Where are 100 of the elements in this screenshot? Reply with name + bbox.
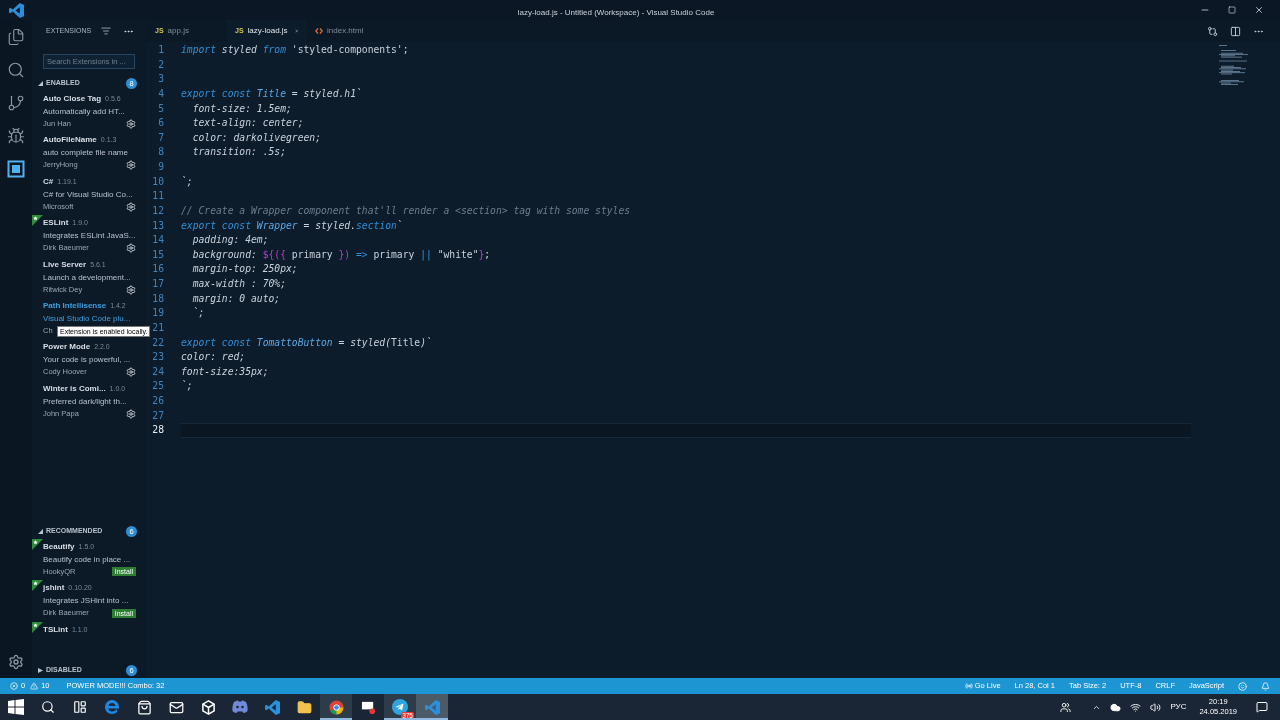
language-indicator[interactable]: РУС bbox=[1170, 701, 1187, 713]
line-number: 19 bbox=[151, 306, 164, 321]
split-editor-icon[interactable] bbox=[1230, 25, 1241, 37]
code-line: font-size: 1.5em; bbox=[191, 101, 293, 116]
code-line: text-align: center; bbox=[191, 116, 305, 131]
extension-name[interactable]: Beautify bbox=[43, 540, 75, 553]
line-number: 22 bbox=[151, 335, 164, 350]
line-number: 12 bbox=[151, 203, 164, 218]
code-brackets-icon bbox=[315, 28, 323, 34]
chat-logo-icon[interactable] bbox=[232, 700, 248, 714]
line-number: 7 bbox=[157, 130, 164, 145]
maximize-icon[interactable] bbox=[1228, 6, 1236, 14]
browser-circle-icon[interactable] bbox=[328, 699, 344, 715]
extension-description: Beautify code in place ... bbox=[43, 553, 132, 566]
extensions-icon[interactable] bbox=[7, 160, 25, 178]
code-line: color: darkolivegreen; bbox=[191, 130, 322, 145]
search-icon[interactable] bbox=[7, 61, 25, 79]
line-number: 5 bbox=[157, 101, 164, 116]
line-number: 8 bbox=[157, 145, 164, 160]
search-icon[interactable] bbox=[41, 700, 55, 714]
line-number: 4 bbox=[157, 86, 164, 101]
line-number: 18 bbox=[151, 291, 164, 306]
extension-name[interactable]: Power Mode bbox=[43, 341, 91, 354]
monitor-icon[interactable] bbox=[360, 699, 376, 715]
extension-description: auto complete file name bbox=[43, 147, 129, 160]
line-number: 3 bbox=[157, 72, 164, 87]
code-editor-logo-icon[interactable] bbox=[8, 2, 24, 18]
extension-name[interactable]: jshint bbox=[43, 582, 65, 595]
line-number: 15 bbox=[151, 247, 164, 262]
line-number: 16 bbox=[151, 262, 164, 277]
line-number: 26 bbox=[151, 394, 164, 408]
mail-icon[interactable] bbox=[168, 699, 184, 715]
folder-icon[interactable] bbox=[296, 699, 312, 715]
code-line: export const Wrapper = styled.section` bbox=[181, 218, 404, 233]
extension-name[interactable]: Live Server bbox=[43, 258, 87, 271]
code-line: background: ${({ primary }) => primary || "white"}; bbox=[191, 247, 492, 263]
minimap-drawing bbox=[1219, 44, 1250, 85]
cube-logo-icon[interactable] bbox=[200, 699, 216, 715]
code-line: `; bbox=[181, 379, 194, 394]
compare-icon[interactable] bbox=[1207, 25, 1218, 37]
line-number: 24 bbox=[151, 364, 164, 379]
paper-plane-icon[interactable] bbox=[392, 699, 408, 715]
expanded-caret-icon[interactable] bbox=[38, 528, 43, 534]
code-line: margin: 0 auto; bbox=[191, 291, 282, 306]
code-line: `; bbox=[181, 174, 194, 189]
extension-name[interactable]: ESLint bbox=[43, 217, 69, 230]
bug-icon[interactable] bbox=[7, 127, 25, 145]
extension-description: Your code is powerful, ... bbox=[43, 354, 132, 367]
code-line: margin-top: 250px; bbox=[191, 262, 299, 277]
extension-description: Integrates JSHint into ... bbox=[43, 595, 130, 608]
window-title: lazy-load.js - Untitled (Workspace) - Visual Studio Code bbox=[517, 8, 715, 17]
line-number: 1 bbox=[157, 43, 164, 57]
volume-icon[interactable] bbox=[1150, 701, 1162, 713]
extension-description: C# for Visual Studio Co... bbox=[43, 188, 134, 201]
code-line: transition: .5s; bbox=[191, 145, 287, 160]
line-number: 11 bbox=[151, 189, 164, 204]
line-number: 27 bbox=[151, 408, 164, 423]
extension-description: Preferred dark/light th... bbox=[43, 395, 128, 408]
line-number: 6 bbox=[157, 116, 164, 131]
cloud-icon[interactable] bbox=[1110, 701, 1122, 713]
code-line: `; bbox=[191, 306, 206, 321]
code-line: export const Title = styled.h1` bbox=[181, 86, 363, 101]
people-icon[interactable] bbox=[1060, 701, 1072, 713]
notification-icon[interactable] bbox=[1256, 701, 1268, 713]
files-icon[interactable] bbox=[7, 28, 25, 46]
line-number: 28 bbox=[151, 423, 164, 438]
expanded-caret-icon[interactable] bbox=[38, 81, 43, 86]
code-line: padding: 4em; bbox=[191, 233, 270, 248]
browser-e-icon[interactable] bbox=[104, 699, 120, 715]
code-line: export const TomattoButton = styled(Title)` bbox=[181, 335, 433, 350]
code-line: font-size:35px; bbox=[181, 364, 270, 379]
close-icon[interactable] bbox=[1254, 5, 1264, 15]
extension-description: Visual Studio Code plu... bbox=[43, 312, 132, 325]
branch-icon[interactable] bbox=[7, 94, 25, 112]
line-number: 21 bbox=[151, 320, 164, 335]
extension-name[interactable]: AutoFileName bbox=[43, 134, 97, 147]
line-number: 17 bbox=[151, 277, 164, 291]
filter-list-icon[interactable] bbox=[101, 26, 111, 36]
wifi-icon[interactable] bbox=[1130, 701, 1142, 713]
line-number: 13 bbox=[151, 218, 164, 233]
code-line: import styled from 'styled-components'; bbox=[181, 43, 410, 57]
code-editor-logo-icon[interactable] bbox=[264, 699, 280, 715]
extension-description: Launch a development... bbox=[43, 271, 132, 284]
line-number: 23 bbox=[151, 350, 164, 365]
line-number: 14 bbox=[151, 233, 164, 248]
extension-name[interactable]: TSLint bbox=[43, 623, 68, 636]
taskbar-button[interactable] bbox=[320, 694, 352, 720]
line-number: 2 bbox=[157, 57, 164, 72]
extension-name[interactable]: Auto Close Tag bbox=[43, 93, 102, 105]
store-bag-icon[interactable] bbox=[136, 699, 152, 715]
settings-icon[interactable] bbox=[8, 654, 24, 670]
code-line: color: red; bbox=[181, 350, 247, 365]
extension-name[interactable]: C# bbox=[43, 175, 54, 188]
task-view-icon[interactable] bbox=[73, 700, 87, 714]
extension-description: Automatically add HT... bbox=[43, 106, 126, 118]
windows-icon[interactable] bbox=[8, 699, 24, 715]
extension-description: Integrates ESLint JavaS... bbox=[43, 230, 136, 243]
extension-name[interactable]: Winter is Comi... bbox=[43, 382, 106, 395]
extension-name[interactable]: Path Intellisense bbox=[43, 299, 107, 312]
collapsed-caret-icon[interactable] bbox=[38, 668, 43, 673]
